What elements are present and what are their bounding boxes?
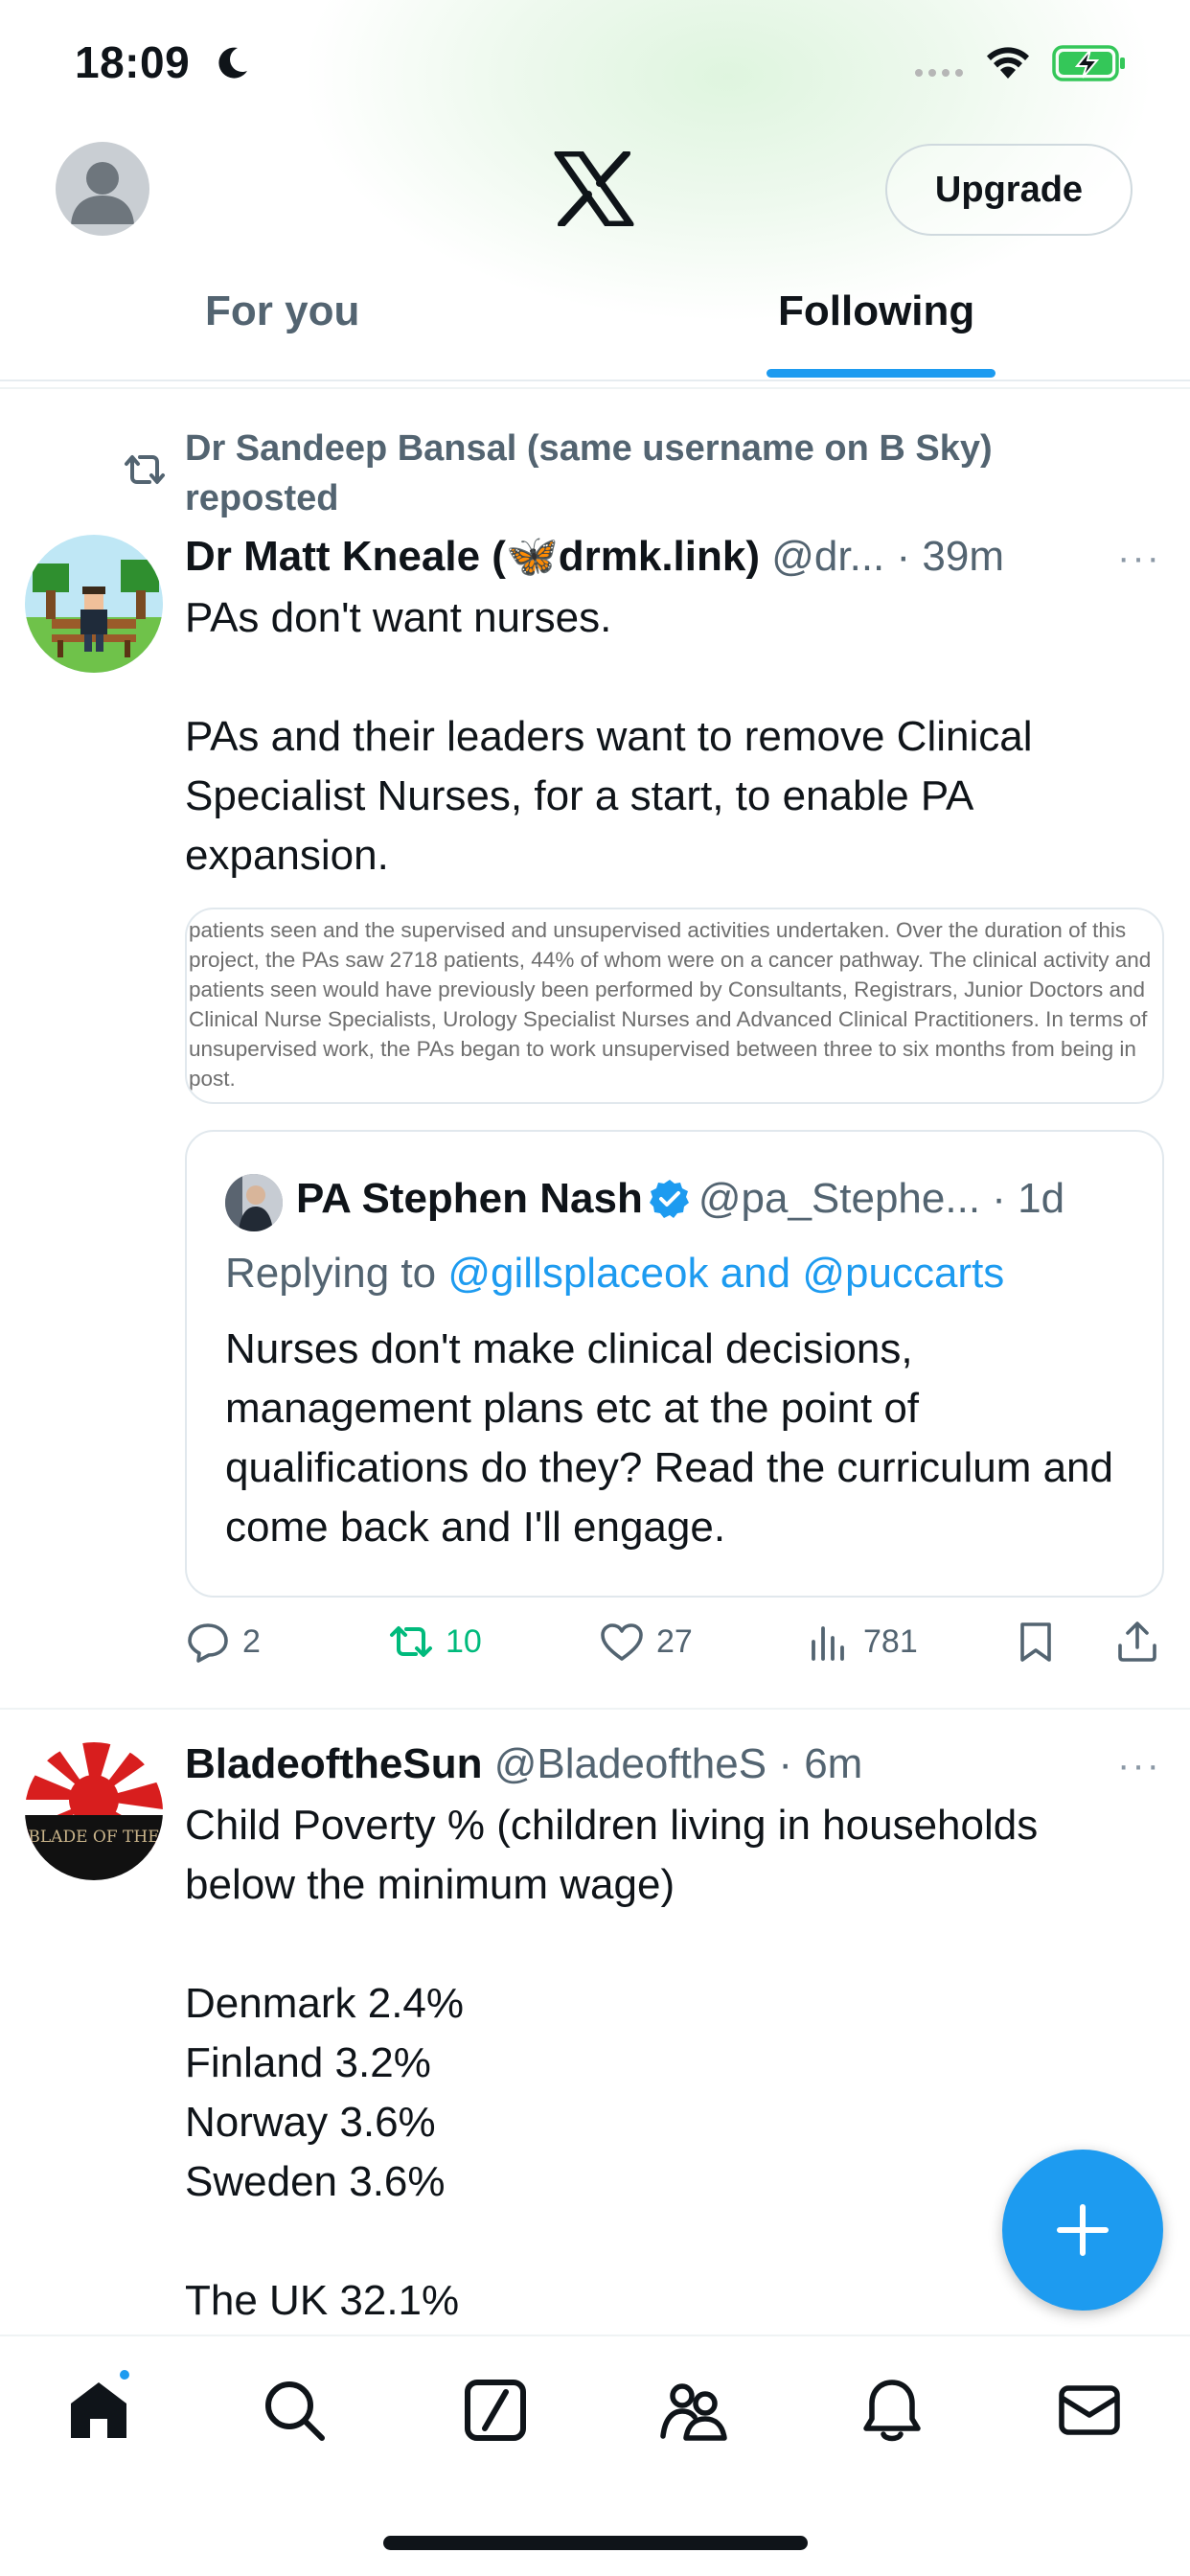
more-options-icon[interactable]: ··· — [1117, 1744, 1161, 1787]
share-button[interactable] — [1114, 1619, 1160, 1665]
bookmark-icon — [1020, 1622, 1051, 1662]
x-logo-icon[interactable] — [554, 151, 634, 226]
like-button[interactable]: 27 — [599, 1619, 693, 1665]
repost-icon — [390, 1626, 432, 1657]
avatar-lettering: BLADE OF THE — [28, 1828, 159, 1847]
image-document-text: patients seen and the supervised and uns… — [189, 918, 1152, 1091]
wifi-icon — [987, 47, 1029, 79]
home-icon[interactable] — [63, 2375, 134, 2446]
messages-icon[interactable] — [1054, 2375, 1125, 2446]
reply-icon — [188, 1623, 228, 1663]
views-count: 781 — [863, 1622, 918, 1660]
active-tab-indicator — [767, 369, 995, 378]
author-name[interactable]: BladeoftheSun — [185, 1740, 482, 1787]
replying-mentions[interactable]: @gillsplaceok and @puccarts — [447, 1250, 1004, 1297]
repost-context[interactable]: Dr Sandeep Bansal (same username on B Sk… — [185, 424, 1018, 523]
quote-text: Nurses don't make clinical decisions, ma… — [225, 1325, 1113, 1551]
quote-header: PA Stephen Nash @pa_Stephe... · 1d — [296, 1170, 1064, 1228]
battery-charging-icon — [1052, 45, 1125, 81]
tweet-text: PAs don't want nurses. PAs and their lea… — [185, 594, 1033, 879]
default-user-icon — [71, 162, 134, 224]
views-chart-icon — [812, 1626, 844, 1661]
status-time: 18:09 — [75, 37, 191, 87]
quoted-tweet[interactable]: PA Stephen Nash @pa_Stephe... · 1d Reply… — [185, 1130, 1164, 1598]
author-avatar[interactable] — [25, 535, 163, 673]
quote-handle-time: @pa_Stephe... · 1d — [698, 1175, 1065, 1222]
focus-moon-icon — [218, 47, 247, 79]
pixel-art-avatar-image — [25, 535, 163, 673]
repost-button[interactable]: 10 — [388, 1619, 482, 1665]
search-icon[interactable] — [259, 2375, 330, 2446]
reply-button[interactable]: 2 — [185, 1619, 261, 1665]
repost-icon — [125, 455, 165, 484]
grok-icon[interactable] — [460, 2375, 531, 2446]
author-avatar[interactable]: BLADE OF THE — [25, 1742, 163, 1880]
quote-author-name: PA Stephen Nash — [296, 1175, 643, 1222]
bookmark-button[interactable] — [1013, 1619, 1059, 1665]
upgrade-button[interactable]: Upgrade — [885, 144, 1133, 236]
tweet-header: BladeoftheSun @BladeoftheS · 6m — [185, 1737, 862, 1791]
author-handle-time[interactable]: @BladeoftheS · 6m — [494, 1740, 863, 1787]
replying-to-label: Replying to — [225, 1250, 448, 1297]
plus-icon — [1057, 2204, 1109, 2256]
tab-following[interactable]: Following — [778, 288, 974, 335]
home-indicator[interactable] — [383, 2536, 808, 2550]
tab-for-you[interactable]: For you — [205, 288, 359, 335]
tweet-header: Dr Matt Kneale (🦋drmk.link) @dr... · 39m — [185, 530, 1004, 584]
header-divider — [0, 387, 1190, 389]
quote-author-avatar — [225, 1174, 283, 1231]
author-name[interactable]: Dr Matt Kneale (🦋drmk.link) — [185, 533, 760, 580]
cellular-signal-icon — [915, 69, 963, 77]
attached-image[interactable]: patients seen and the supervised and uns… — [185, 908, 1164, 1104]
replying-to: Replying to @gillsplaceok and @puccarts — [225, 1245, 1004, 1302]
communities-icon[interactable] — [657, 2375, 728, 2446]
notifications-icon[interactable] — [857, 2375, 927, 2446]
rising-sun-avatar-image: BLADE OF THE — [25, 1742, 163, 1880]
header-divider — [0, 380, 1190, 381]
compose-post-button[interactable] — [1002, 2150, 1163, 2311]
more-options-icon[interactable]: ··· — [1117, 537, 1161, 580]
repost-count: 10 — [446, 1622, 482, 1660]
header-area: 18:09 Upgrade For you Following — [0, 0, 1190, 383]
author-handle-time[interactable]: @dr... · 39m — [771, 533, 1004, 580]
heart-icon — [601, 1623, 643, 1661]
photo-avatar-image — [225, 1174, 283, 1231]
tweet-actions: 2 10 27 781 — [185, 1619, 1164, 1676]
share-icon — [1118, 1622, 1156, 1662]
views-button[interactable]: 781 — [806, 1619, 918, 1665]
reply-count: 2 — [242, 1622, 261, 1660]
unread-indicator-dot — [117, 2367, 132, 2382]
like-count: 27 — [656, 1622, 693, 1660]
profile-avatar[interactable] — [56, 142, 149, 236]
verified-badge-icon — [649, 1180, 689, 1218]
tweet-divider — [0, 1708, 1190, 1710]
